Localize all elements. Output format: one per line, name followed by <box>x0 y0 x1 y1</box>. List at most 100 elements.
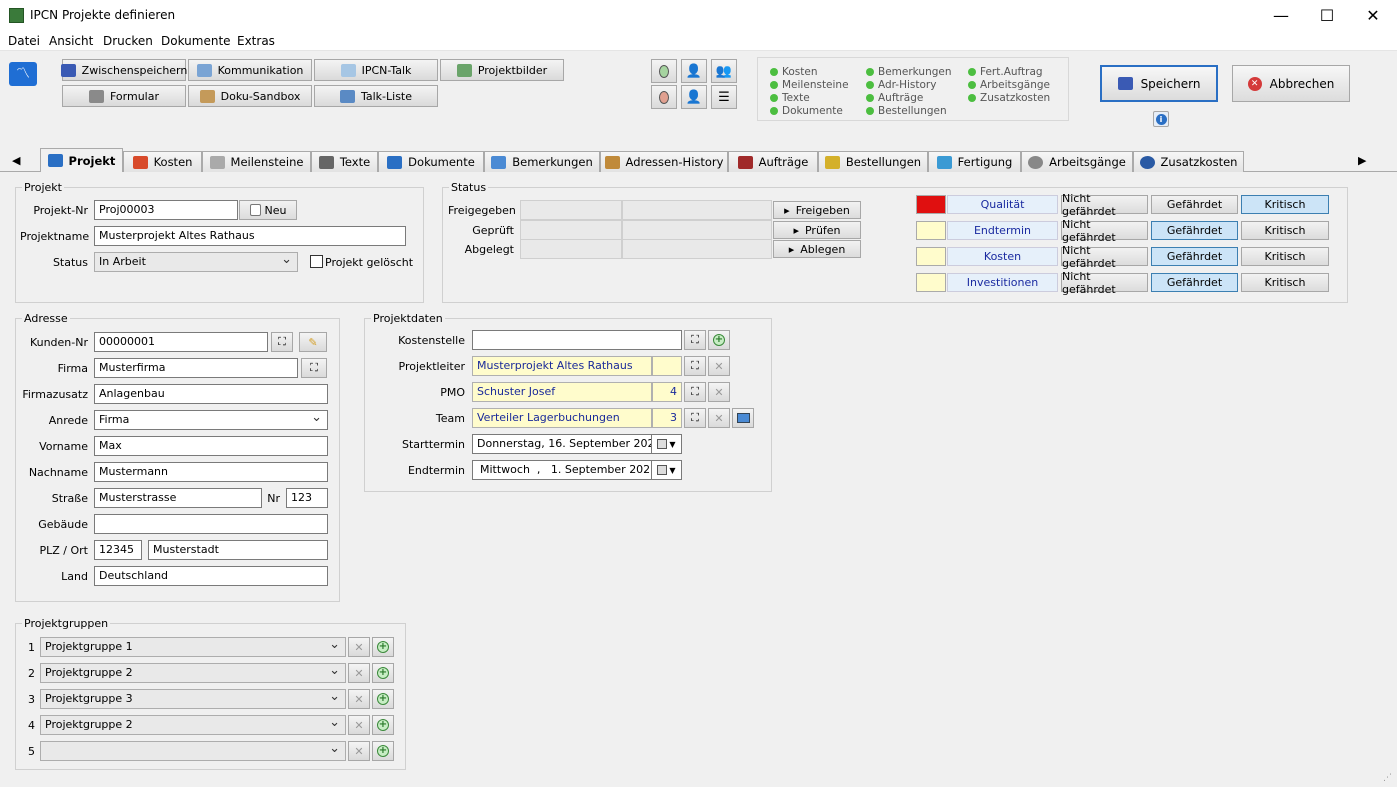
firma-field[interactable]: Musterfirma <box>94 358 298 378</box>
neu-button[interactable]: Neu <box>239 200 297 220</box>
risk-investitionen-gefaehrdet[interactable]: Gefährdet <box>1151 273 1238 292</box>
tab-adressen-history[interactable]: Adressen-History <box>600 151 728 172</box>
egg-red-button[interactable] <box>651 85 677 109</box>
risk-qualitaet-gefaehrdet[interactable]: Gefährdet <box>1151 195 1238 214</box>
kostenstelle-add-button[interactable]: + <box>708 330 730 350</box>
tab-meilensteine[interactable]: Meilensteine <box>202 151 311 172</box>
freigeben-button[interactable]: ▸ Freigeben <box>773 201 861 219</box>
menu-extras[interactable]: Extras <box>237 34 275 48</box>
info-icon[interactable]: i <box>1153 111 1169 127</box>
tab-zusatzkosten[interactable]: Zusatzkosten <box>1133 151 1244 172</box>
tab-scroll-left-icon[interactable]: ◀ <box>12 154 20 167</box>
projektgruppe-select-5[interactable] <box>40 741 346 761</box>
projektgruppe-add-button-1[interactable]: + <box>372 637 394 657</box>
projektgruppe-remove-button-3[interactable]: ✕ <box>348 689 370 709</box>
menu-dokumente[interactable]: Dokumente <box>161 34 231 48</box>
projektgruppe-add-button-4[interactable]: + <box>372 715 394 735</box>
pmo-remove-button[interactable]: ✕ <box>708 382 730 402</box>
projektgruppe-remove-button-2[interactable]: ✕ <box>348 663 370 683</box>
persons-group-button[interactable]: 👥 <box>711 59 737 83</box>
projektleiter-field[interactable]: Musterprojekt Altes Rathaus <box>472 356 652 376</box>
risk-qualitaet-kritisch[interactable]: Kritisch <box>1241 195 1329 214</box>
risk-endtermin-kritisch[interactable]: Kritisch <box>1241 221 1329 240</box>
risk-qualitaet-nicht-gefaehrdet[interactable]: Nicht gefährdet <box>1061 192 1148 218</box>
person-green-button[interactable]: 👤 <box>681 59 707 83</box>
projektgruppe-select-4[interactable]: Projektgruppe 2 <box>40 715 346 735</box>
projekt-geloescht-checkbox[interactable] <box>310 255 323 268</box>
firmazusatz-field[interactable]: Anlagenbau <box>94 384 328 404</box>
doku-sandbox-button[interactable]: Doku-Sandbox <box>188 85 312 107</box>
tab-projekt[interactable]: Projekt <box>40 148 123 172</box>
zwischenspeichern-button[interactable]: Zwischenspeichern <box>60 59 187 81</box>
risk-kosten-nicht-gefaehrdet[interactable]: Nicht gefährdet <box>1061 244 1148 270</box>
egg-green-button[interactable] <box>651 59 677 83</box>
minimize-button[interactable]: — <box>1258 0 1304 31</box>
projektgruppe-add-button-2[interactable]: + <box>372 663 394 683</box>
save-button[interactable]: Speichern <box>1100 65 1218 102</box>
risk-kosten-kritisch[interactable]: Kritisch <box>1241 247 1329 266</box>
projektgruppe-add-button-5[interactable]: + <box>372 741 394 761</box>
team-search-button[interactable]: ⛶ <box>684 408 706 428</box>
kostenstelle-field[interactable] <box>472 330 682 350</box>
team-field[interactable]: Verteiler Lagerbuchungen <box>472 408 652 428</box>
hausnummer-field[interactable]: 123 <box>286 488 328 508</box>
risk-investitionen-kritisch[interactable]: Kritisch <box>1241 273 1329 292</box>
cancel-button[interactable]: ✕ Abbrechen <box>1232 65 1350 102</box>
pmo-search-button[interactable]: ⛶ <box>684 382 706 402</box>
person-red-button[interactable]: 👤 <box>681 85 707 109</box>
pruefen-button[interactable]: ▸ Prüfen <box>773 221 861 239</box>
close-button[interactable]: ✕ <box>1350 0 1396 31</box>
kostenstelle-search-button[interactable]: ⛶ <box>684 330 706 350</box>
menu-drucken[interactable]: Drucken <box>103 34 153 48</box>
projektbilder-button[interactable]: Projektbilder <box>440 59 564 81</box>
tab-texte[interactable]: Texte <box>311 151 378 172</box>
kunden-search-button[interactable]: ⛶ <box>271 332 293 352</box>
kunden-edit-button[interactable]: ✎ <box>299 332 327 352</box>
status-select[interactable]: In Arbeit <box>94 252 298 272</box>
tab-bemerkungen[interactable]: Bemerkungen <box>484 151 600 172</box>
strasse-field[interactable]: Musterstrasse <box>94 488 262 508</box>
tab-scroll-right-icon[interactable]: ▶ <box>1358 154 1366 167</box>
projektgruppe-select-2[interactable]: Projektgruppe 2 <box>40 663 346 683</box>
menu-datei[interactable]: Datei <box>8 34 40 48</box>
nachname-field[interactable]: Mustermann <box>94 462 328 482</box>
tab-kosten[interactable]: Kosten <box>123 151 202 172</box>
projektgruppe-remove-button-4[interactable]: ✕ <box>348 715 370 735</box>
projektgruppe-remove-button-1[interactable]: ✕ <box>348 637 370 657</box>
gebaeude-field[interactable] <box>94 514 328 534</box>
team-monitor-button[interactable] <box>732 408 754 428</box>
plz-field[interactable]: 12345 <box>94 540 142 560</box>
stack-button[interactable]: ☰ <box>711 85 737 109</box>
ipcn-talk-button[interactable]: IPCN-Talk <box>314 59 438 81</box>
talk-liste-button[interactable]: Talk-Liste <box>314 85 438 107</box>
risk-investitionen-nicht-gefaehrdet[interactable]: Nicht gefährdet <box>1061 270 1148 296</box>
tab-arbeitsgaenge[interactable]: Arbeitsgänge <box>1021 151 1133 172</box>
ort-field[interactable]: Musterstadt <box>148 540 328 560</box>
projektleiter-remove-button[interactable]: ✕ <box>708 356 730 376</box>
risk-endtermin-nicht-gefaehrdet[interactable]: Nicht gefährdet <box>1061 218 1148 244</box>
projektleiter-search-button[interactable]: ⛶ <box>684 356 706 376</box>
projektgruppe-select-1[interactable]: Projektgruppe 1 <box>40 637 346 657</box>
starttermin-calendar-button[interactable]: ▼ <box>652 434 682 454</box>
endtermin-calendar-button[interactable]: ▼ <box>652 460 682 480</box>
starttermin-field[interactable]: Donnerstag, 16. September 2021 <box>472 434 652 454</box>
resize-grip-icon[interactable]: ⋰ <box>1383 773 1392 783</box>
tab-fertigung[interactable]: Fertigung <box>928 151 1021 172</box>
formular-button[interactable]: Formular <box>62 85 186 107</box>
kommunikation-button[interactable]: Kommunikation <box>188 59 312 81</box>
tab-dokumente[interactable]: Dokumente <box>378 151 484 172</box>
projektgruppe-add-button-3[interactable]: + <box>372 689 394 709</box>
firma-search-button[interactable]: ⛶ <box>301 358 327 378</box>
ablegen-button[interactable]: ▸ Ablegen <box>773 240 861 258</box>
risk-endtermin-gefaehrdet[interactable]: Gefährdet <box>1151 221 1238 240</box>
anrede-select[interactable]: Firma <box>94 410 328 430</box>
maximize-button[interactable]: ☐ <box>1304 0 1350 31</box>
projekt-nr-field[interactable]: Proj00003 <box>94 200 238 220</box>
menu-ansicht[interactable]: Ansicht <box>49 34 93 48</box>
pmo-field[interactable]: Schuster Josef <box>472 382 652 402</box>
projektname-field[interactable]: Musterprojekt Altes Rathaus <box>94 226 406 246</box>
tab-bestellungen[interactable]: Bestellungen <box>818 151 928 172</box>
kunden-nr-field[interactable]: 00000001 <box>94 332 268 352</box>
endtermin-field[interactable]: Mittwoch , 1. September 2021 <box>472 460 652 480</box>
projektgruppe-select-3[interactable]: Projektgruppe 3 <box>40 689 346 709</box>
